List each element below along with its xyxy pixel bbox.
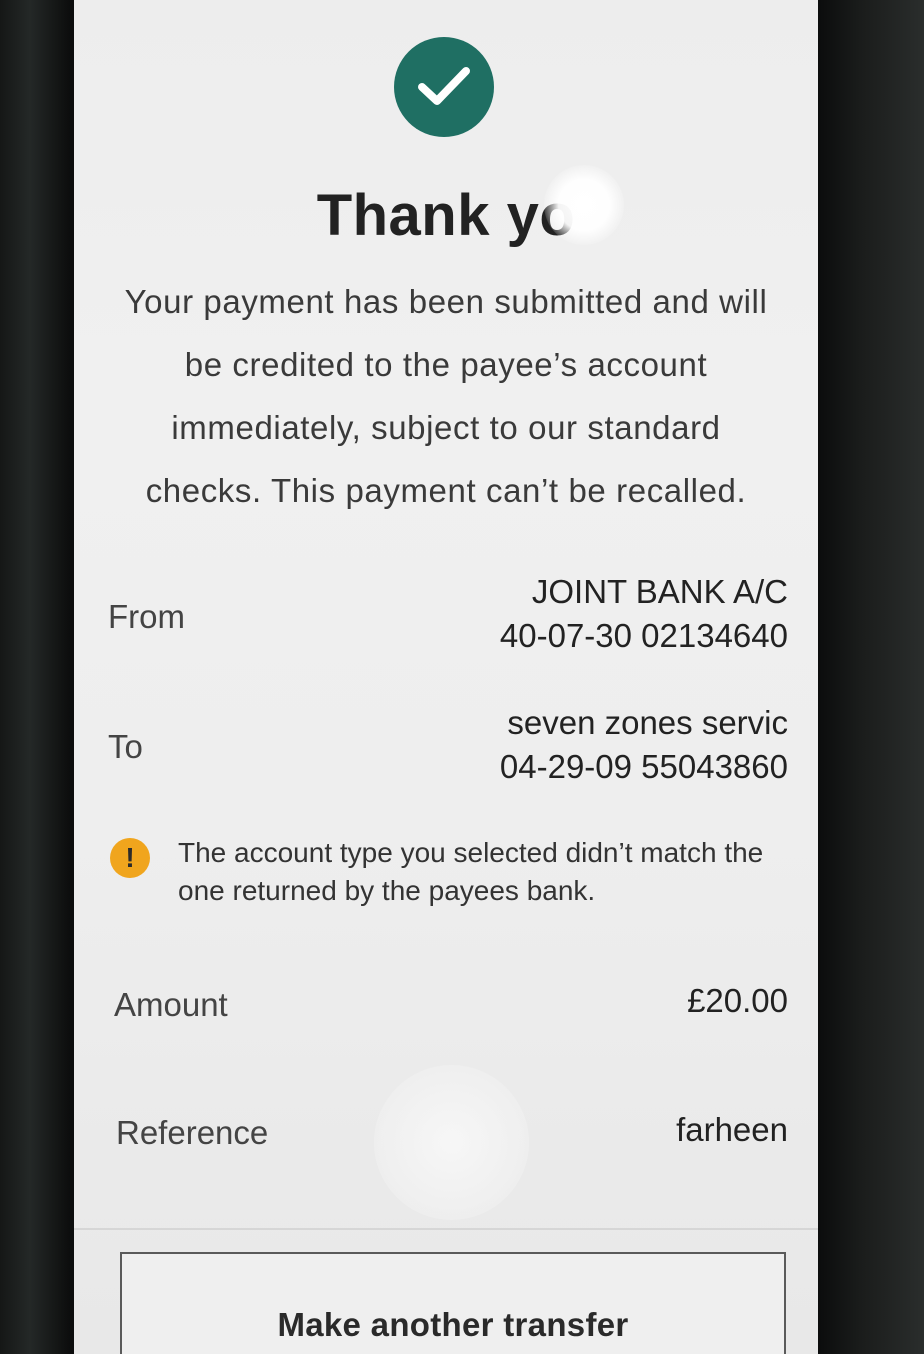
from-account-number: 40-07-30 02134640 (499, 617, 788, 654)
make-another-transfer-button[interactable]: Make another transfer (120, 1252, 786, 1354)
from-account: JOINT BANK A/C 40-07-30 02134640 (500, 570, 788, 658)
amount-label: Amount (114, 986, 228, 1023)
to-account-number: 04-29-09 55043860 (499, 748, 788, 785)
from-account-name: JOINT BANK A/C (531, 573, 788, 610)
warning-text: The account type you selected didn’t mat… (178, 837, 764, 906)
to-account: seven zones servic 04-29-09 55043860 (500, 701, 788, 789)
success-check-icon (394, 37, 494, 137)
confirmation-message: Your payment has been submitted and will… (124, 283, 768, 509)
reference-label: Reference (116, 1114, 269, 1151)
confirmation-screen: Thank yo Your payment has been submitted… (74, 0, 818, 1354)
page-title: Thank yo (316, 183, 576, 248)
to-label: To (108, 728, 143, 765)
warning-icon: ! (110, 838, 150, 878)
to-payee-name: seven zones servic (507, 704, 788, 741)
divider (74, 1228, 818, 1230)
check-icon (418, 67, 470, 105)
reference-value: farheen (676, 1111, 788, 1148)
phone-frame: Thank yo Your payment has been submitted… (0, 0, 924, 1354)
amount-value: £20.00 (687, 982, 788, 1019)
smudge (374, 1065, 529, 1220)
from-label: From (108, 598, 185, 635)
